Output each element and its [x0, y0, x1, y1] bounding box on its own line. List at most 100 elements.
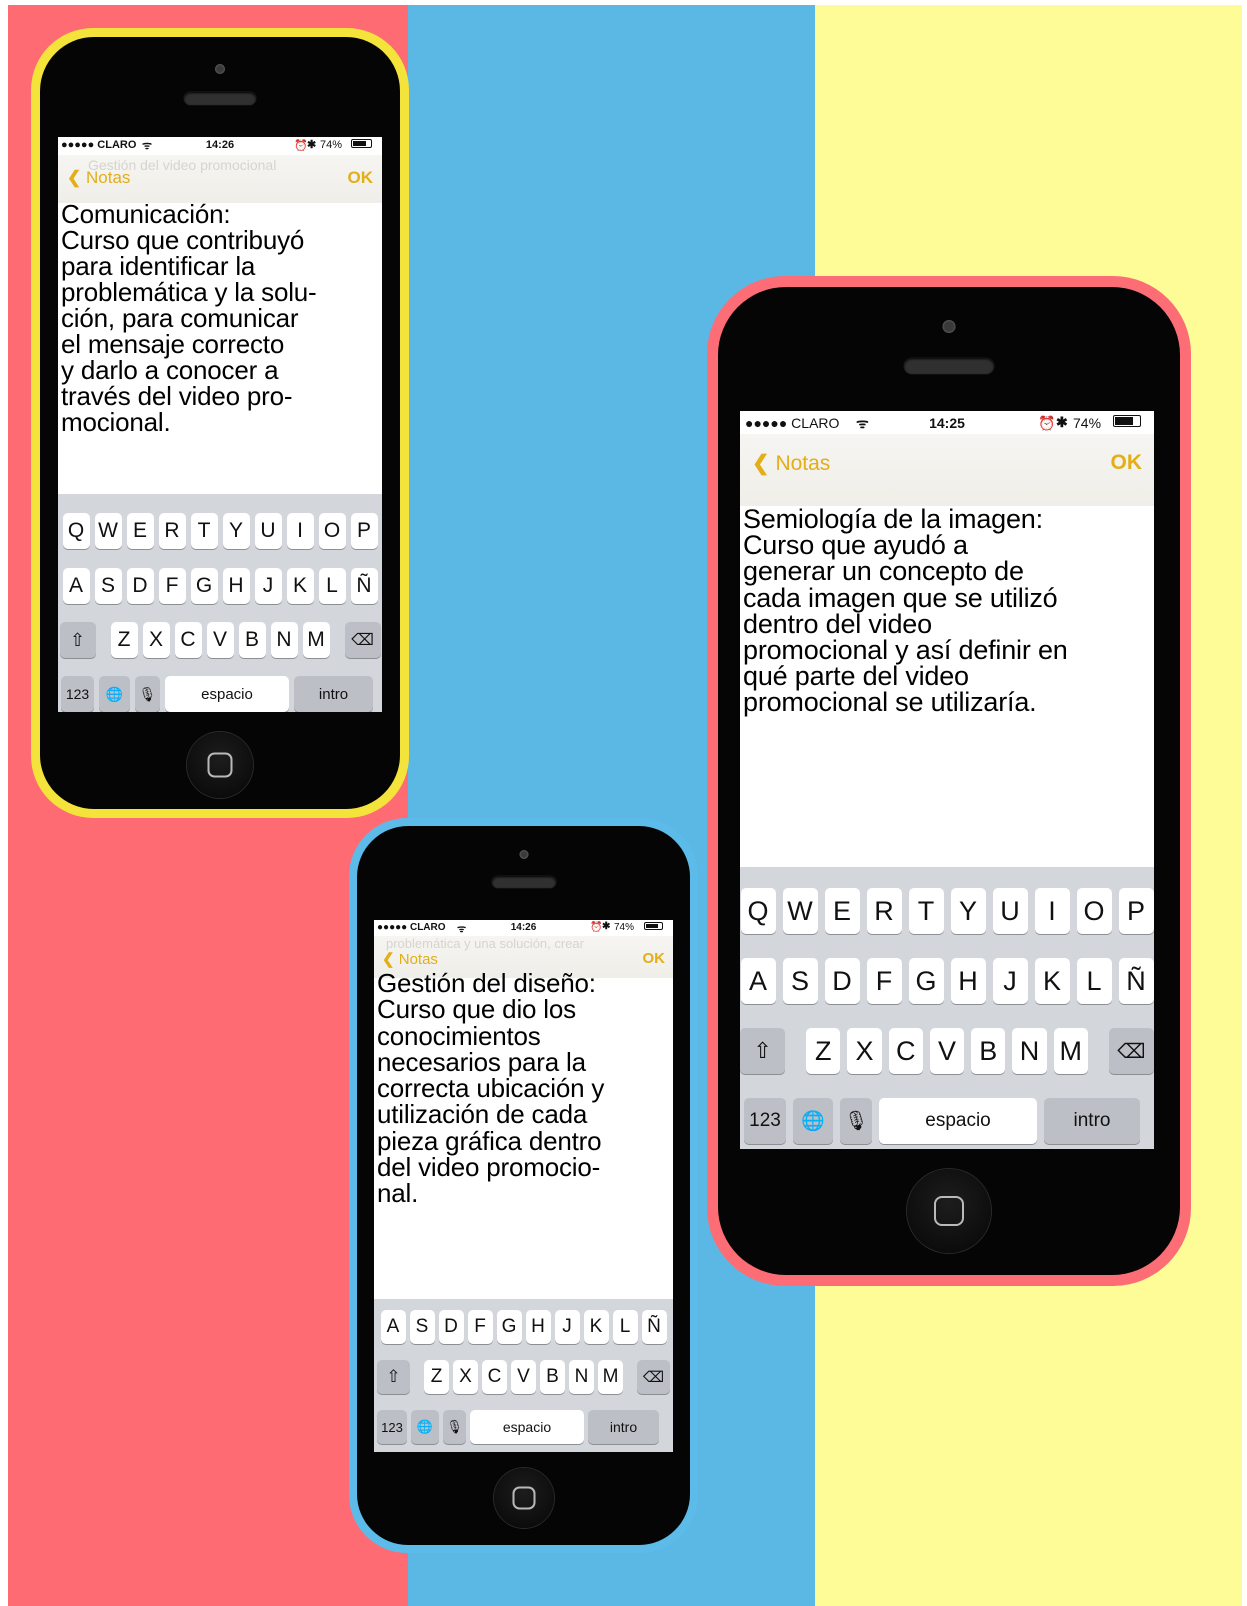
key-h[interactable]: H — [950, 958, 986, 1004]
key-z[interactable]: Z — [806, 1028, 841, 1074]
microphone-key[interactable]: 🎙 — [840, 1098, 872, 1144]
key-k[interactable]: K — [1034, 958, 1070, 1004]
key-o[interactable]: O — [318, 513, 346, 549]
numbers-key[interactable]: 123 — [744, 1098, 786, 1144]
key-k[interactable]: K — [286, 568, 314, 604]
key-a[interactable]: A — [740, 958, 776, 1004]
globe-key[interactable]: 🌐 — [793, 1098, 833, 1144]
key-b[interactable]: B — [540, 1360, 565, 1394]
key-f[interactable]: F — [467, 1310, 493, 1344]
numbers-key[interactable]: 123 — [61, 676, 94, 712]
key-o[interactable]: O — [1076, 888, 1112, 934]
key-z[interactable]: Z — [424, 1360, 449, 1394]
key-j[interactable]: J — [254, 568, 282, 604]
key-l[interactable]: L — [612, 1310, 638, 1344]
key-q[interactable]: Q — [62, 513, 90, 549]
key-f[interactable]: F — [866, 958, 902, 1004]
ok-button[interactable]: OK — [348, 168, 374, 188]
key-h[interactable]: H — [525, 1310, 551, 1344]
delete-key[interactable]: ⌫ — [1108, 1028, 1154, 1074]
space-key[interactable]: espacio — [879, 1098, 1037, 1144]
key-enye[interactable]: Ñ — [1118, 958, 1154, 1004]
key-c[interactable]: C — [482, 1360, 507, 1394]
key-e[interactable]: E — [126, 513, 154, 549]
numbers-key[interactable]: 123 — [377, 1410, 407, 1444]
shift-key[interactable]: ⇧ — [377, 1360, 410, 1394]
return-key[interactable]: intro — [1044, 1098, 1140, 1144]
key-t[interactable]: T — [908, 888, 944, 934]
delete-key[interactable]: ⌫ — [637, 1360, 670, 1394]
key-i[interactable]: I — [1034, 888, 1070, 934]
key-s[interactable]: S — [782, 958, 818, 1004]
key-y[interactable]: Y — [222, 513, 250, 549]
key-g[interactable]: G — [496, 1310, 522, 1344]
key-i[interactable]: I — [286, 513, 314, 549]
key-d[interactable]: D — [126, 568, 154, 604]
return-key[interactable]: intro — [588, 1410, 659, 1444]
key-enye[interactable]: Ñ — [641, 1310, 667, 1344]
key-w[interactable]: W — [94, 513, 122, 549]
key-y[interactable]: Y — [950, 888, 986, 934]
key-n[interactable]: N — [1012, 1028, 1047, 1074]
key-m[interactable]: M — [302, 622, 330, 658]
key-p[interactable]: P — [1118, 888, 1154, 934]
key-k[interactable]: K — [583, 1310, 609, 1344]
key-q[interactable]: Q — [740, 888, 776, 934]
key-c[interactable]: C — [174, 622, 202, 658]
key-u[interactable]: U — [992, 888, 1028, 934]
shift-key[interactable]: ⇧ — [59, 622, 96, 658]
key-j[interactable]: J — [554, 1310, 580, 1344]
key-n[interactable]: N — [569, 1360, 594, 1394]
key-s[interactable]: S — [94, 568, 122, 604]
key-s[interactable]: S — [409, 1310, 435, 1344]
space-key[interactable]: espacio — [165, 676, 289, 712]
key-m[interactable]: M — [1053, 1028, 1088, 1074]
key-x[interactable]: X — [142, 622, 170, 658]
key-x[interactable]: X — [453, 1360, 478, 1394]
key-d[interactable]: D — [824, 958, 860, 1004]
key-r[interactable]: R — [158, 513, 186, 549]
key-r[interactable]: R — [866, 888, 902, 934]
key-j[interactable]: J — [992, 958, 1028, 1004]
back-button[interactable]: ❮ Notas — [67, 168, 130, 188]
back-button[interactable]: ❮ Notas — [752, 451, 830, 476]
return-key[interactable]: intro — [294, 676, 373, 712]
note-text[interactable]: Semiología de la imagen: Curso que ayudó… — [743, 506, 1152, 716]
back-button[interactable]: ❮ Notas — [382, 950, 438, 968]
key-g[interactable]: G — [908, 958, 944, 1004]
globe-key[interactable]: 🌐 — [411, 1410, 439, 1444]
key-h[interactable]: H — [222, 568, 250, 604]
key-b[interactable]: B — [971, 1028, 1006, 1074]
key-f[interactable]: F — [158, 568, 186, 604]
key-v[interactable]: V — [929, 1028, 965, 1074]
key-x[interactable]: X — [847, 1028, 882, 1074]
key-c[interactable]: C — [888, 1028, 923, 1074]
key-u[interactable]: U — [254, 513, 282, 549]
key-e[interactable]: E — [824, 888, 860, 934]
note-text[interactable]: Gestión del diseño: Curso que dio los co… — [377, 970, 671, 1207]
key-a[interactable]: A — [380, 1310, 406, 1344]
home-button[interactable] — [907, 1169, 991, 1253]
key-l[interactable]: L — [1076, 958, 1112, 1004]
key-a[interactable]: A — [62, 568, 90, 604]
shift-key[interactable]: ⇧ — [740, 1028, 786, 1074]
key-g[interactable]: G — [190, 568, 218, 604]
key-b[interactable]: B — [238, 622, 266, 658]
globe-key[interactable]: 🌐 — [99, 676, 130, 712]
key-n[interactable]: N — [270, 622, 298, 658]
key-l[interactable]: L — [318, 568, 346, 604]
delete-key[interactable]: ⌫ — [344, 622, 381, 658]
key-v[interactable]: V — [511, 1360, 536, 1394]
microphone-key[interactable]: 🎙 — [443, 1410, 466, 1444]
space-key[interactable]: espacio — [470, 1410, 584, 1444]
key-t[interactable]: T — [190, 513, 218, 549]
key-w[interactable]: W — [782, 888, 818, 934]
key-m[interactable]: M — [598, 1360, 623, 1394]
key-enye[interactable]: Ñ — [350, 568, 378, 604]
ok-button[interactable]: OK — [1111, 451, 1143, 475]
key-z[interactable]: Z — [110, 622, 138, 658]
home-button[interactable] — [493, 1468, 554, 1528]
note-text[interactable]: Comunicación: Curso que contribuyó para … — [61, 201, 380, 435]
ok-button[interactable]: OK — [643, 950, 666, 967]
key-v[interactable]: V — [206, 622, 234, 658]
